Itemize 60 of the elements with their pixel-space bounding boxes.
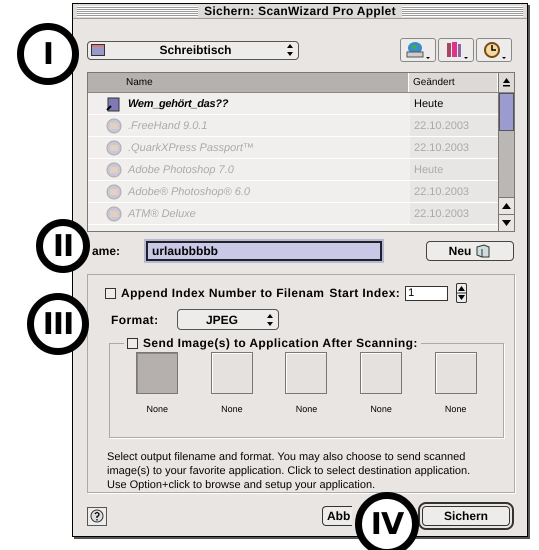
help-button[interactable]	[87, 506, 107, 526]
start-index-field[interactable]: 1	[405, 286, 448, 300]
start-index-label: Start Index:	[329, 286, 400, 300]
drive-icon	[405, 40, 431, 60]
slot-label: None	[370, 404, 392, 414]
checkbox[interactable]	[105, 288, 116, 298]
clock-icon	[481, 40, 507, 60]
updown-arrows-icon	[266, 312, 274, 326]
checkbox[interactable]	[127, 338, 138, 348]
new-folder-button[interactable]: Neu	[426, 241, 514, 261]
updown-arrows-icon	[286, 43, 294, 57]
books-menu-button[interactable]	[438, 38, 474, 62]
location-popup[interactable]: Schreibtisch	[87, 40, 299, 60]
app-icon	[106, 162, 122, 178]
callout-marker: III	[27, 293, 89, 355]
file-date: Heute	[410, 93, 498, 114]
scrollbar-thumb[interactable]	[499, 93, 514, 131]
slot-label: None	[444, 404, 466, 414]
application-slot[interactable]	[285, 352, 328, 394]
file-date: 22.10.2003	[410, 115, 498, 136]
app-icon	[106, 184, 122, 200]
application-slot[interactable]	[210, 352, 253, 394]
help-text: Select output filename and format. You may also choose to send scanned image(s) to your favorite application. Click to select destination application. Use Option+click to browse and setup your application.	[107, 450, 472, 492]
application-slot[interactable]	[360, 352, 402, 394]
file-name[interactable]: Wem_gehört_das??	[128, 98, 228, 110]
file-date: Heute	[410, 159, 498, 180]
name-field[interactable]: urlaubbbbb	[146, 241, 382, 261]
slot-label: None	[221, 404, 243, 414]
scrollbar[interactable]	[498, 73, 514, 231]
app-icon	[106, 206, 122, 222]
stepper-control[interactable]	[456, 283, 468, 303]
desktop-icon	[91, 44, 105, 56]
format-popup[interactable]: JPEG	[177, 309, 280, 330]
app-icon	[106, 118, 122, 134]
drive-menu-button[interactable]	[400, 38, 436, 62]
checkbox-label: Append Index Number to Filenam	[121, 286, 324, 300]
app-icon	[106, 140, 122, 156]
slot-label: None	[296, 404, 318, 414]
scroll-up-icon	[502, 203, 511, 209]
column-header[interactable]: Name	[88, 73, 409, 92]
format-label: Format:	[111, 312, 158, 326]
callout-marker: I	[17, 23, 79, 85]
folder-alias-icon	[106, 96, 122, 112]
name-label: ame:	[92, 244, 122, 258]
file-date: 22.10.2003	[410, 181, 498, 202]
checkbox-label: Send Image(s) to Application After Scanning:	[143, 336, 418, 350]
clock-menu-button[interactable]	[476, 38, 512, 62]
window-title: Sichern: ScanWizard Pro Applet	[204, 4, 396, 18]
application-slot[interactable]	[434, 352, 477, 394]
cancel-button[interactable]: Abb	[322, 506, 352, 526]
file-date: 22.10.2003	[410, 137, 498, 158]
file-date: 22.10.2003	[410, 203, 498, 224]
help-icon	[90, 509, 104, 523]
callout-marker: II	[36, 219, 90, 273]
folder-icon	[475, 244, 492, 258]
sort-order-icon	[502, 78, 511, 87]
slot-label: None	[146, 404, 168, 414]
stepper-arrows-icon	[457, 284, 466, 302]
column-header[interactable]: Geändert	[409, 73, 498, 92]
scroll-down-icon	[502, 220, 511, 226]
